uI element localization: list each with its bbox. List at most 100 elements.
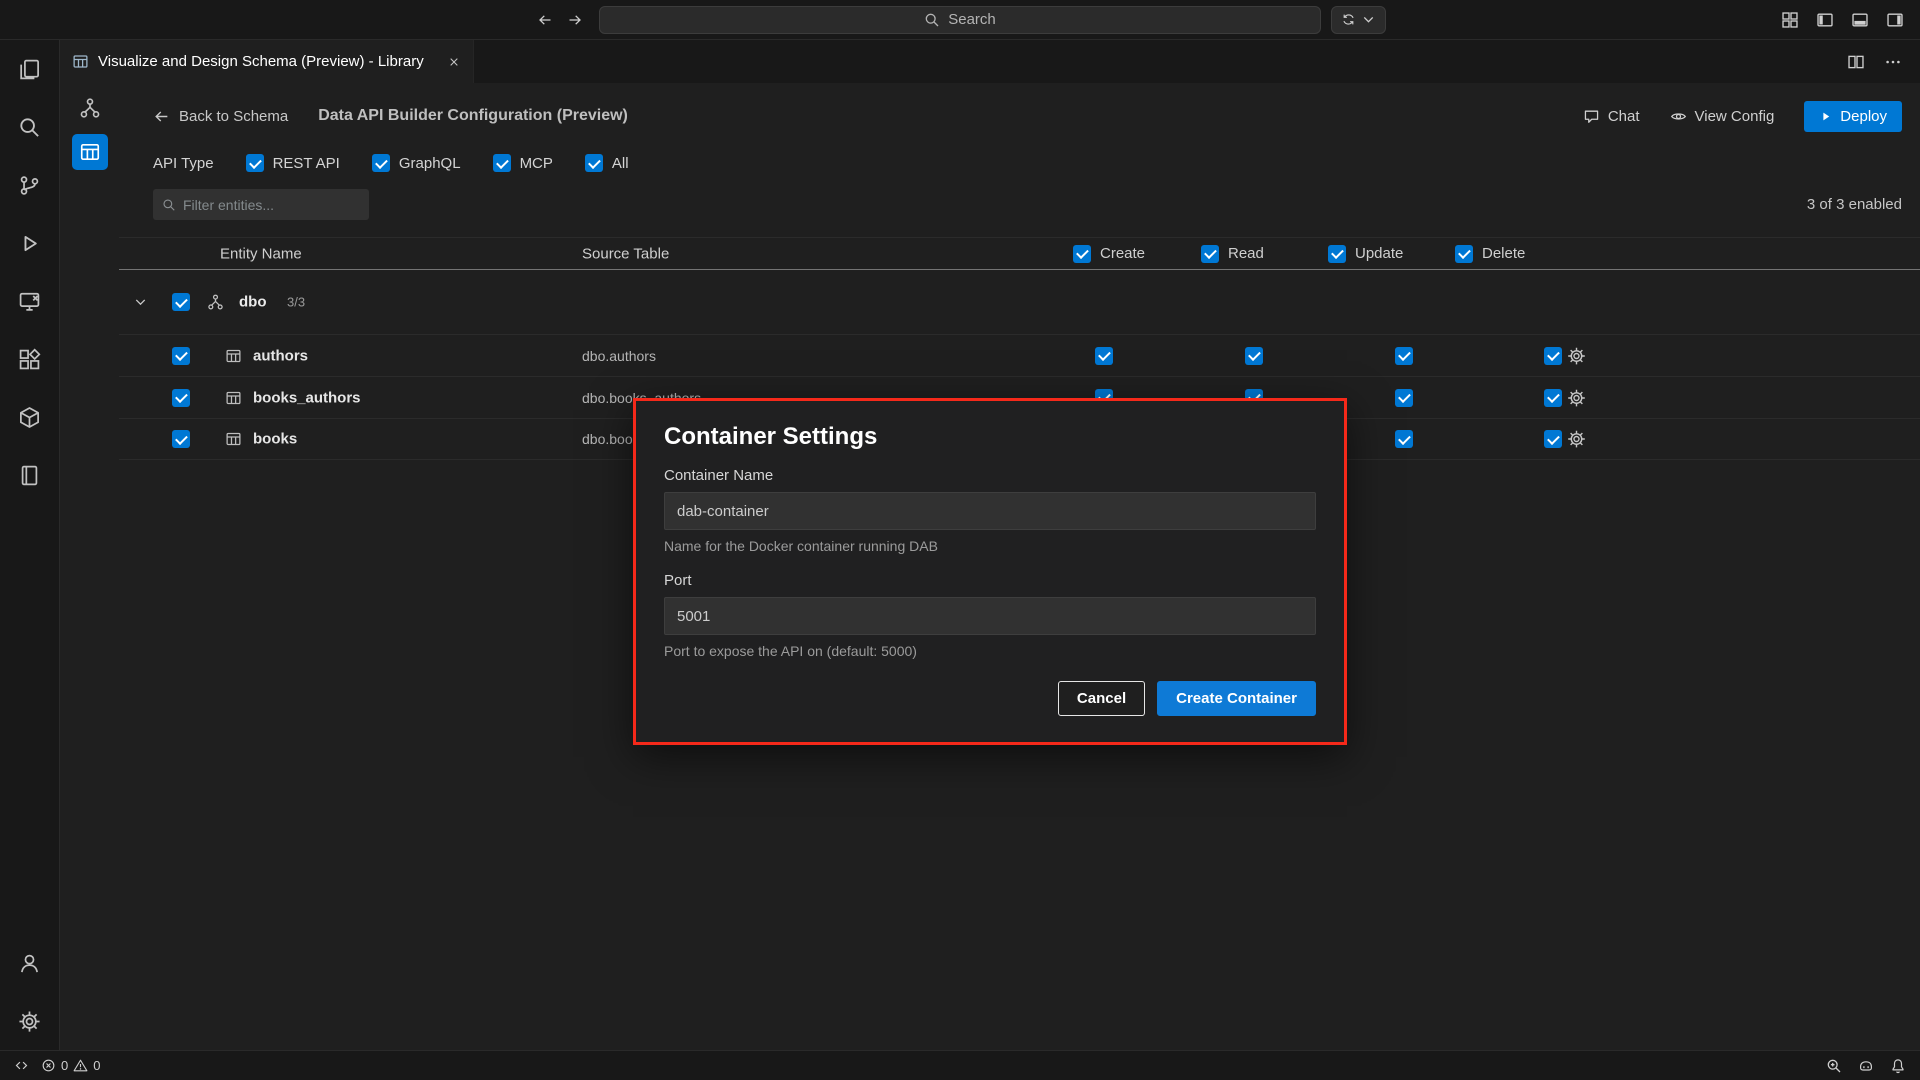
close-icon <box>447 55 461 69</box>
update-checkbox[interactable] <box>1395 347 1413 365</box>
dab-config-view-button[interactable] <box>72 134 108 170</box>
search-icon <box>162 198 176 212</box>
create-select-all-checkbox[interactable] <box>1073 245 1091 263</box>
titlebar-right <box>1321 6 1920 34</box>
read-select-all-checkbox[interactable] <box>1201 245 1219 263</box>
cube-icon <box>18 406 41 429</box>
filter-entities-box[interactable] <box>153 189 369 220</box>
chat-button[interactable]: Chat <box>1583 108 1640 125</box>
zoom-icon <box>1826 1058 1842 1074</box>
mcp-label: MCP <box>520 155 553 172</box>
cancel-button[interactable]: Cancel <box>1058 681 1145 716</box>
session-switcher[interactable] <box>1331 6 1386 34</box>
view-config-label: View Config <box>1695 108 1775 125</box>
table-icon <box>225 389 242 406</box>
entity-name: authors <box>253 347 308 364</box>
settings-button[interactable] <box>0 992 60 1050</box>
update-select-all-checkbox[interactable] <box>1328 245 1346 263</box>
toggle-panel-button[interactable] <box>1851 11 1869 29</box>
delete-checkbox[interactable] <box>1544 389 1562 407</box>
account-button[interactable] <box>0 934 60 992</box>
entity-settings-button[interactable] <box>1567 430 1586 449</box>
command-center-search[interactable]: Search <box>599 6 1321 34</box>
read-column-header: Read <box>1201 245 1264 263</box>
activity-item-notebooks[interactable] <box>0 446 60 504</box>
mcp-checkbox[interactable] <box>493 154 511 172</box>
toggle-secondary-sidebar-button[interactable] <box>1886 11 1904 29</box>
delete-checkbox[interactable] <box>1544 430 1562 448</box>
activity-item-explorer[interactable] <box>0 40 60 98</box>
graphql-checkbox[interactable] <box>372 154 390 172</box>
activity-item-source-control[interactable] <box>0 156 60 214</box>
container-settings-dialog: Container Settings Container Name Name f… <box>633 398 1347 745</box>
status-bar-right <box>1826 1058 1906 1074</box>
port-label: Port <box>664 572 1316 589</box>
entity-settings-button[interactable] <box>1567 346 1586 365</box>
group-collapse-button[interactable] <box>133 295 148 310</box>
nav-back-button[interactable] <box>537 12 553 28</box>
create-container-button[interactable]: Create Container <box>1157 681 1316 716</box>
port-help: Port to expose the API on (default: 5000… <box>664 643 1316 659</box>
filter-entities-input[interactable] <box>183 197 360 213</box>
activity-item-search[interactable] <box>0 98 60 156</box>
panel-bottom-icon <box>1851 11 1869 29</box>
graphql-filter[interactable]: GraphQL <box>372 154 461 172</box>
rest-api-checkbox[interactable] <box>246 154 264 172</box>
problems-indicator[interactable]: 0 0 <box>41 1058 100 1073</box>
chevron-down-icon <box>133 295 148 310</box>
update-checkbox[interactable] <box>1395 389 1413 407</box>
chat-label: Chat <box>1608 108 1640 125</box>
create-checkbox[interactable] <box>1095 347 1113 365</box>
arrow-left-icon <box>537 12 553 28</box>
all-checkbox[interactable] <box>585 154 603 172</box>
entity-settings-button[interactable] <box>1567 388 1586 407</box>
mcp-filter[interactable]: MCP <box>493 154 553 172</box>
designer-tool-sidebar <box>60 83 119 1050</box>
read-checkbox[interactable] <box>1245 347 1263 365</box>
group-checkbox[interactable] <box>172 293 190 311</box>
copilot-indicator[interactable] <box>1858 1058 1874 1074</box>
activity-item-extensions[interactable] <box>0 330 60 388</box>
split-editor-button[interactable] <box>1847 53 1865 71</box>
entity-enabled-checkbox[interactable] <box>172 430 190 448</box>
table-row-authors: authors dbo.authors <box>119 334 1920 376</box>
deploy-button[interactable]: Deploy <box>1804 101 1902 132</box>
layout-grid-icon <box>1781 11 1799 29</box>
play-icon <box>1819 110 1832 123</box>
entity-enabled-checkbox[interactable] <box>172 389 190 407</box>
chevron-down-icon <box>1361 12 1376 27</box>
more-actions-button[interactable] <box>1884 53 1902 71</box>
update-checkbox[interactable] <box>1395 430 1413 448</box>
remote-indicator[interactable] <box>14 1058 29 1073</box>
eye-icon <box>1670 108 1687 125</box>
delete-checkbox[interactable] <box>1544 347 1562 365</box>
notifications-button[interactable] <box>1890 1058 1906 1074</box>
port-input[interactable] <box>664 597 1316 635</box>
source-table: dbo.authors <box>582 348 656 364</box>
activity-bar-bottom <box>0 934 60 1050</box>
all-filter[interactable]: All <box>585 154 629 172</box>
container-name-input[interactable] <box>664 492 1316 530</box>
customize-layout-button[interactable] <box>1781 11 1799 29</box>
entity-name-column-header: Entity Name <box>220 245 302 262</box>
entity-enabled-checkbox[interactable] <box>172 347 190 365</box>
sync-icon <box>1341 12 1356 27</box>
search-icon <box>18 116 41 139</box>
rest-api-filter[interactable]: REST API <box>246 154 340 172</box>
zoom-indicator[interactable] <box>1826 1058 1842 1074</box>
activity-item-run-debug[interactable] <box>0 214 60 272</box>
delete-select-all-checkbox[interactable] <box>1455 245 1473 263</box>
arrow-right-icon <box>567 12 583 28</box>
tab-visualize-design-schema[interactable]: Visualize and Design Schema (Preview) - … <box>60 40 474 83</box>
search-placeholder-text: Search <box>948 11 996 28</box>
toggle-sidebar-button[interactable] <box>1816 11 1834 29</box>
nav-forward-button[interactable] <box>567 12 583 28</box>
activity-item-remote-explorer[interactable] <box>0 272 60 330</box>
view-config-button[interactable]: View Config <box>1670 108 1775 125</box>
enabled-summary: 3 of 3 enabled <box>1807 196 1902 213</box>
schema-diagram-view-button[interactable] <box>72 90 108 126</box>
copilot-icon <box>1858 1058 1874 1074</box>
tab-close-button[interactable] <box>447 55 461 69</box>
activity-item-database-projects[interactable] <box>0 388 60 446</box>
back-to-schema-link[interactable]: Back to Schema <box>153 108 288 125</box>
